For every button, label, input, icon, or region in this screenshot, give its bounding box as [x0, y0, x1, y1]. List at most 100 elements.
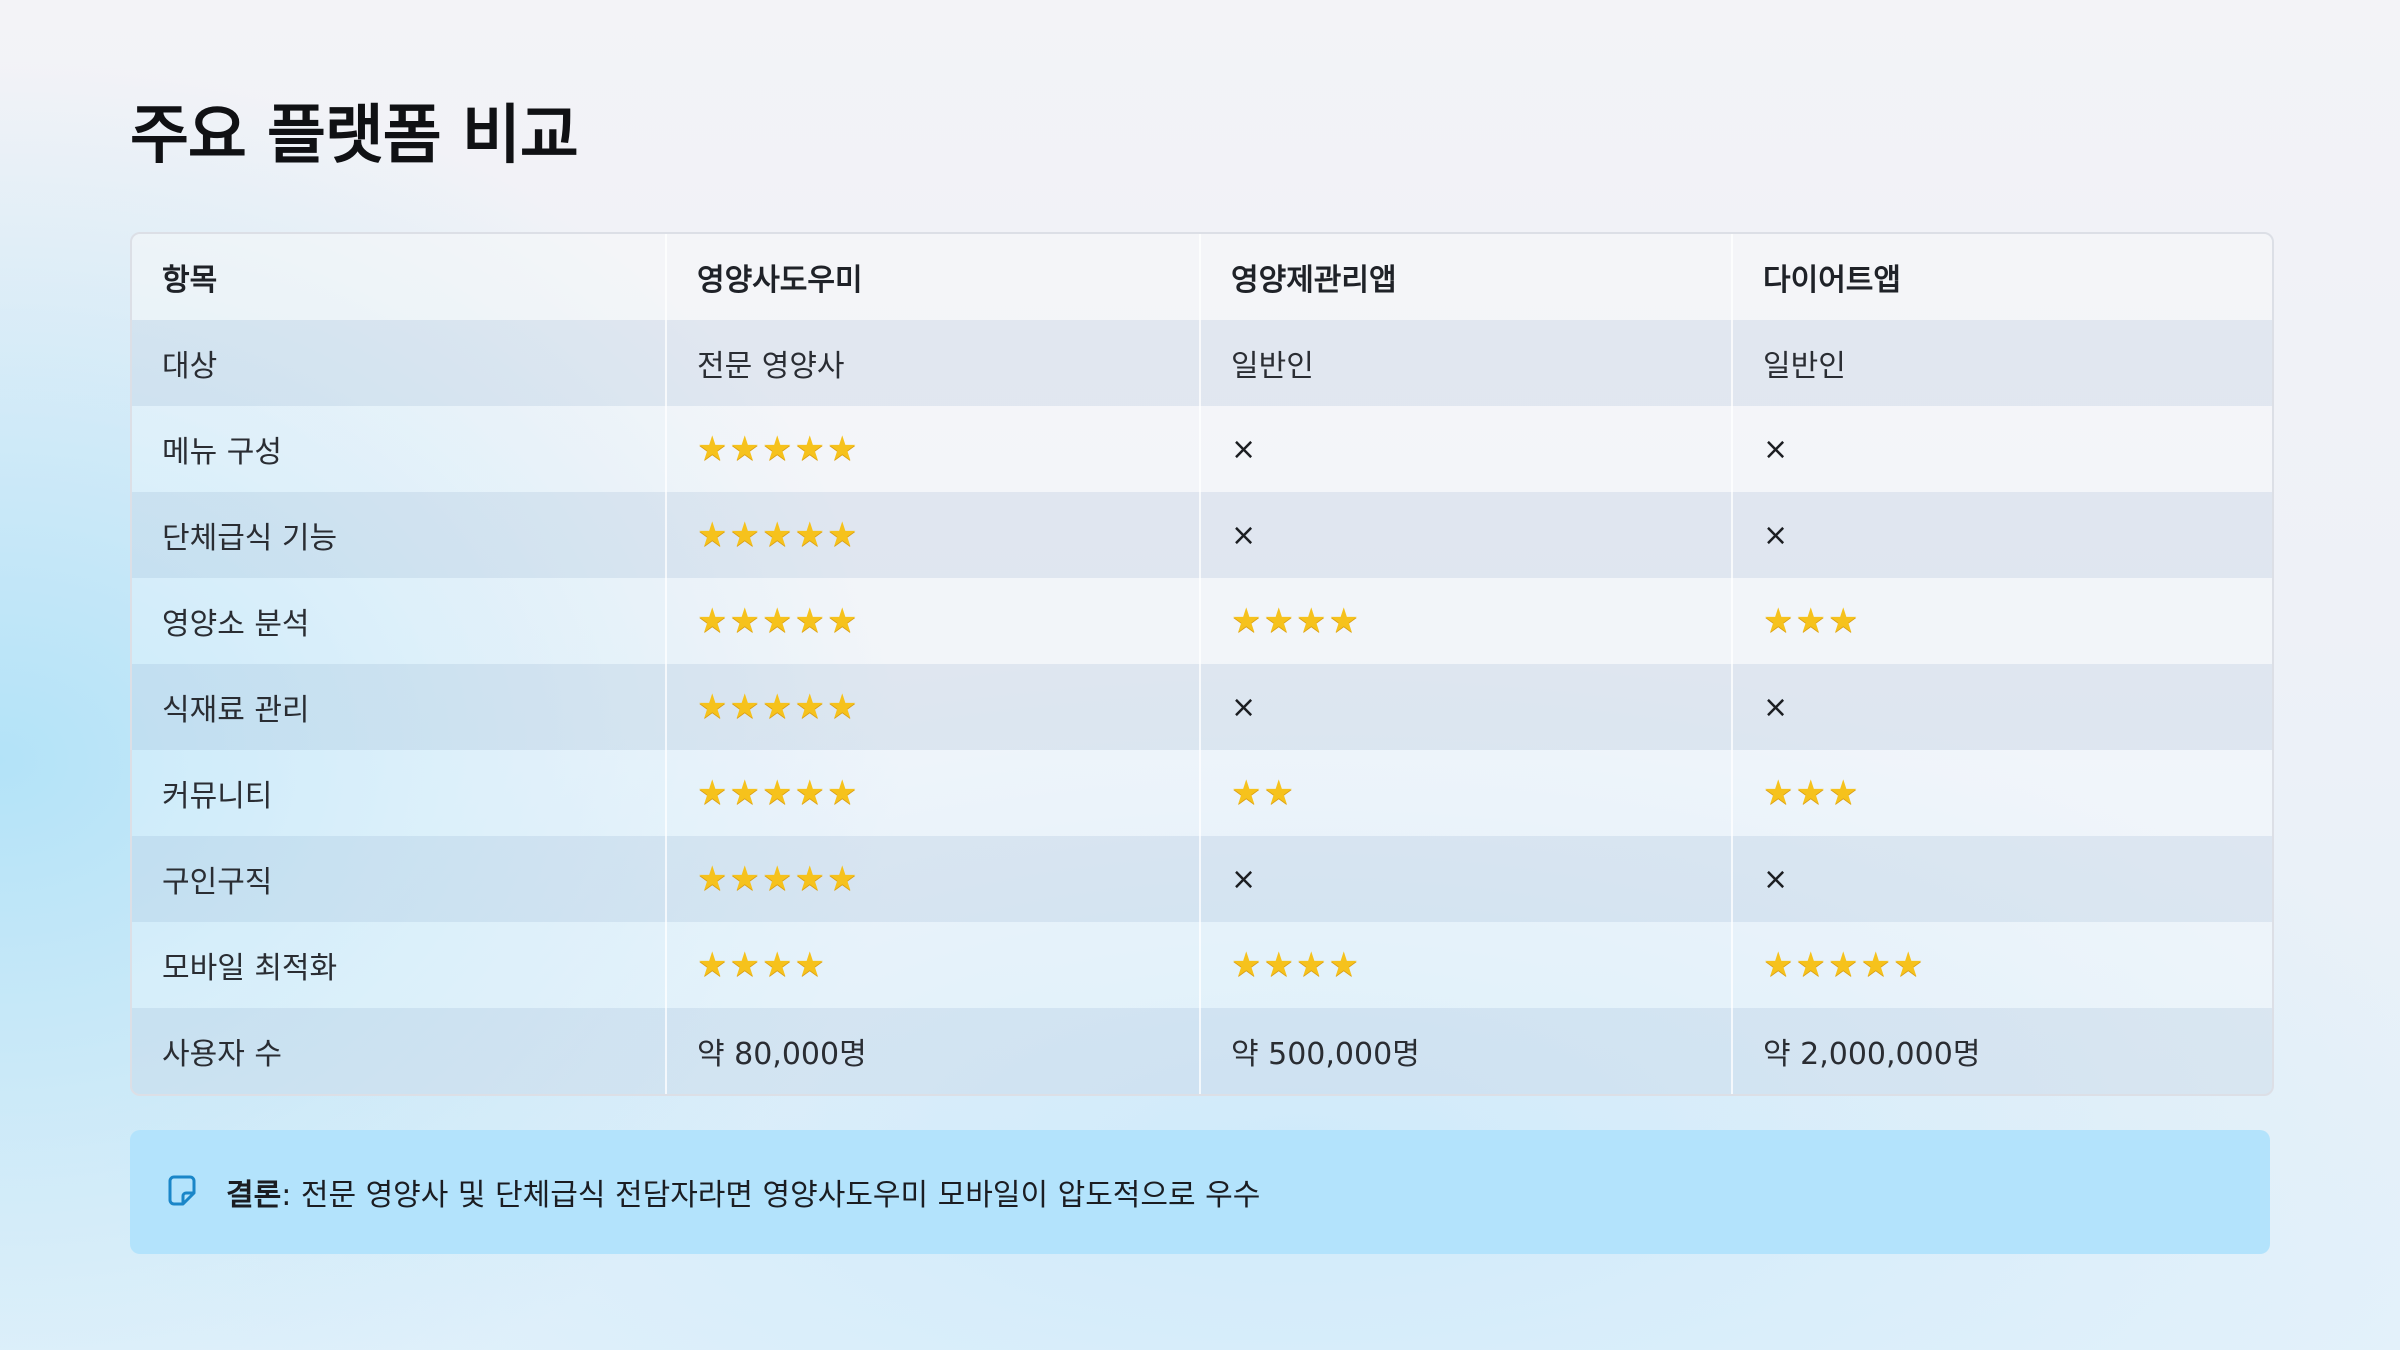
star-rating: ★★★★★ — [697, 515, 859, 555]
star-icon: ★ — [794, 773, 827, 813]
rating-cell: ★★ — [1200, 750, 1733, 836]
star-icon: ★ — [761, 429, 795, 469]
not-supported-cell: × — [1200, 836, 1733, 922]
conclusion-label: 결론 — [226, 1178, 282, 1213]
star-icon: ★ — [1231, 945, 1264, 985]
row-label: 커뮤니티 — [132, 750, 667, 836]
star-icon: ★ — [1328, 945, 1361, 985]
rating-cell: ★★★ — [1732, 578, 2272, 664]
star-icon: ★ — [729, 601, 762, 641]
not-supported-cell: × — [1732, 492, 2272, 578]
table-cell: 일반인 — [1200, 320, 1733, 406]
star-icon: ★ — [697, 945, 730, 985]
star-icon: ★ — [761, 773, 795, 813]
not-supported-cell: × — [1732, 836, 2272, 922]
star-icon: ★ — [697, 601, 730, 641]
not-supported-cell: × — [1732, 664, 2272, 750]
star-icon: ★ — [826, 515, 860, 555]
table-cell: 약 2,000,000명 — [1763, 1037, 1981, 1072]
star-icon: ★ — [1763, 945, 1796, 985]
memo-icon — [164, 1174, 200, 1210]
cross-icon: × — [1763, 689, 1789, 725]
row-label: 메뉴 구성 — [132, 406, 667, 492]
star-icon: ★ — [1231, 773, 1264, 813]
table-body: 대상 전문 영양사 일반인 일반인 메뉴 구성 ★★★★★ × × 단체급식 기능 ★★★★★ × ×… — [132, 320, 2272, 1094]
star-rating: ★★★ — [1763, 601, 1860, 641]
conclusion-text: : 전문 영양사 및 단체급식 전담자라면 영양사도우미 모바일이 압도적으로 … — [281, 1178, 1261, 1213]
star-icon: ★ — [697, 773, 730, 813]
star-icon: ★ — [826, 773, 860, 813]
table-header-row: 항목 영양사도우미 영양제관리앱 다이어트앱 — [132, 234, 2272, 320]
rating-cell: ★★★★★ — [666, 664, 1201, 750]
header-item: 항목 — [132, 234, 667, 320]
star-icon: ★ — [1827, 945, 1861, 985]
table-row: 메뉴 구성 ★★★★★ × × — [132, 406, 2272, 492]
cross-icon: × — [1763, 861, 1789, 897]
table-cell: 약 80,000명 — [666, 1008, 1201, 1094]
star-icon: ★ — [794, 859, 827, 899]
not-supported-cell: × — [1200, 664, 1733, 750]
star-rating: ★★★★★ — [697, 601, 859, 641]
cross-icon: × — [1231, 861, 1257, 897]
star-rating: ★★★★★ — [697, 687, 859, 727]
star-icon: ★ — [826, 687, 860, 727]
row-label: 식재료 관리 — [132, 664, 667, 750]
conclusion-callout: 결론: 전문 영양사 및 단체급식 전담자라면 영양사도우미 모바일이 압도적으… — [130, 1130, 2270, 1254]
star-icon: ★ — [794, 515, 827, 555]
rating-cell: ★★★★ — [1200, 578, 1733, 664]
star-icon: ★ — [761, 859, 795, 899]
table-cell: 전문 영양사 — [666, 320, 1201, 406]
star-icon: ★ — [1827, 601, 1861, 641]
row-label: 대상 — [132, 320, 667, 406]
cross-icon: × — [1231, 431, 1257, 467]
table-row: 식재료 관리 ★★★★★ × × — [132, 664, 2272, 750]
header-platform-supplement-app: 영양제관리앱 — [1200, 234, 1733, 320]
header-platform-diet-app: 다이어트앱 — [1763, 263, 1901, 298]
table-row: 영양소 분석 ★★★★★ ★★★★ ★★★ — [132, 578, 2272, 664]
star-icon: ★ — [1892, 945, 1926, 985]
star-icon: ★ — [1763, 773, 1796, 813]
star-icon: ★ — [697, 687, 730, 727]
star-icon: ★ — [826, 429, 860, 469]
star-icon: ★ — [794, 687, 827, 727]
rating-cell: ★★★★★ — [666, 578, 1201, 664]
star-icon: ★ — [1328, 601, 1361, 641]
rating-cell: ★★★★★ — [666, 836, 1201, 922]
star-icon: ★ — [794, 945, 827, 985]
table-row: 모바일 최적화 ★★★★ ★★★★ ★★★★★ — [132, 922, 2272, 1008]
table-row: 사용자 수약 80,000명 약 500,000명 약 2,000,000명 — [132, 1008, 2272, 1094]
star-icon: ★ — [729, 945, 762, 985]
star-icon: ★ — [794, 429, 827, 469]
table-row: 커뮤니티 ★★★★★ ★★ ★★★ — [132, 750, 2272, 836]
star-icon: ★ — [1827, 773, 1861, 813]
rating-cell: ★★★★★ — [666, 750, 1201, 836]
star-rating: ★★★★★ — [697, 773, 859, 813]
cross-icon: × — [1763, 431, 1789, 467]
rating-cell: ★★★★★ — [1732, 922, 2272, 1008]
row-label: 사용자 수 — [132, 1008, 667, 1094]
table-cell: 약 500,000명 — [1200, 1008, 1733, 1094]
star-icon: ★ — [826, 859, 860, 899]
star-icon: ★ — [761, 515, 795, 555]
star-icon: ★ — [1795, 945, 1828, 985]
star-icon: ★ — [729, 859, 762, 899]
star-icon: ★ — [729, 687, 762, 727]
star-icon: ★ — [761, 945, 795, 985]
row-label: 구인구직 — [132, 836, 667, 922]
star-icon: ★ — [1263, 601, 1296, 641]
not-supported-cell: × — [1200, 406, 1733, 492]
comparison-table: 항목 영양사도우미 영양제관리앱 다이어트앱 대상 전문 영양사 일반인 일반인 메뉴 … — [130, 232, 2274, 1096]
cross-icon: × — [1231, 517, 1257, 553]
star-rating: ★★★ — [1763, 773, 1860, 813]
star-rating: ★★★★ — [1231, 945, 1361, 985]
star-rating: ★★★★ — [697, 945, 827, 985]
cross-icon: × — [1763, 517, 1789, 553]
rating-cell: ★★★★★ — [666, 492, 1201, 578]
star-icon: ★ — [826, 601, 860, 641]
star-icon: ★ — [1860, 945, 1893, 985]
star-icon: ★ — [761, 601, 795, 641]
row-label: 모바일 최적화 — [132, 922, 667, 1008]
row-label: 단체급식 기능 — [132, 492, 667, 578]
star-icon: ★ — [1795, 773, 1828, 813]
rating-cell: ★★★★ — [1200, 922, 1733, 1008]
